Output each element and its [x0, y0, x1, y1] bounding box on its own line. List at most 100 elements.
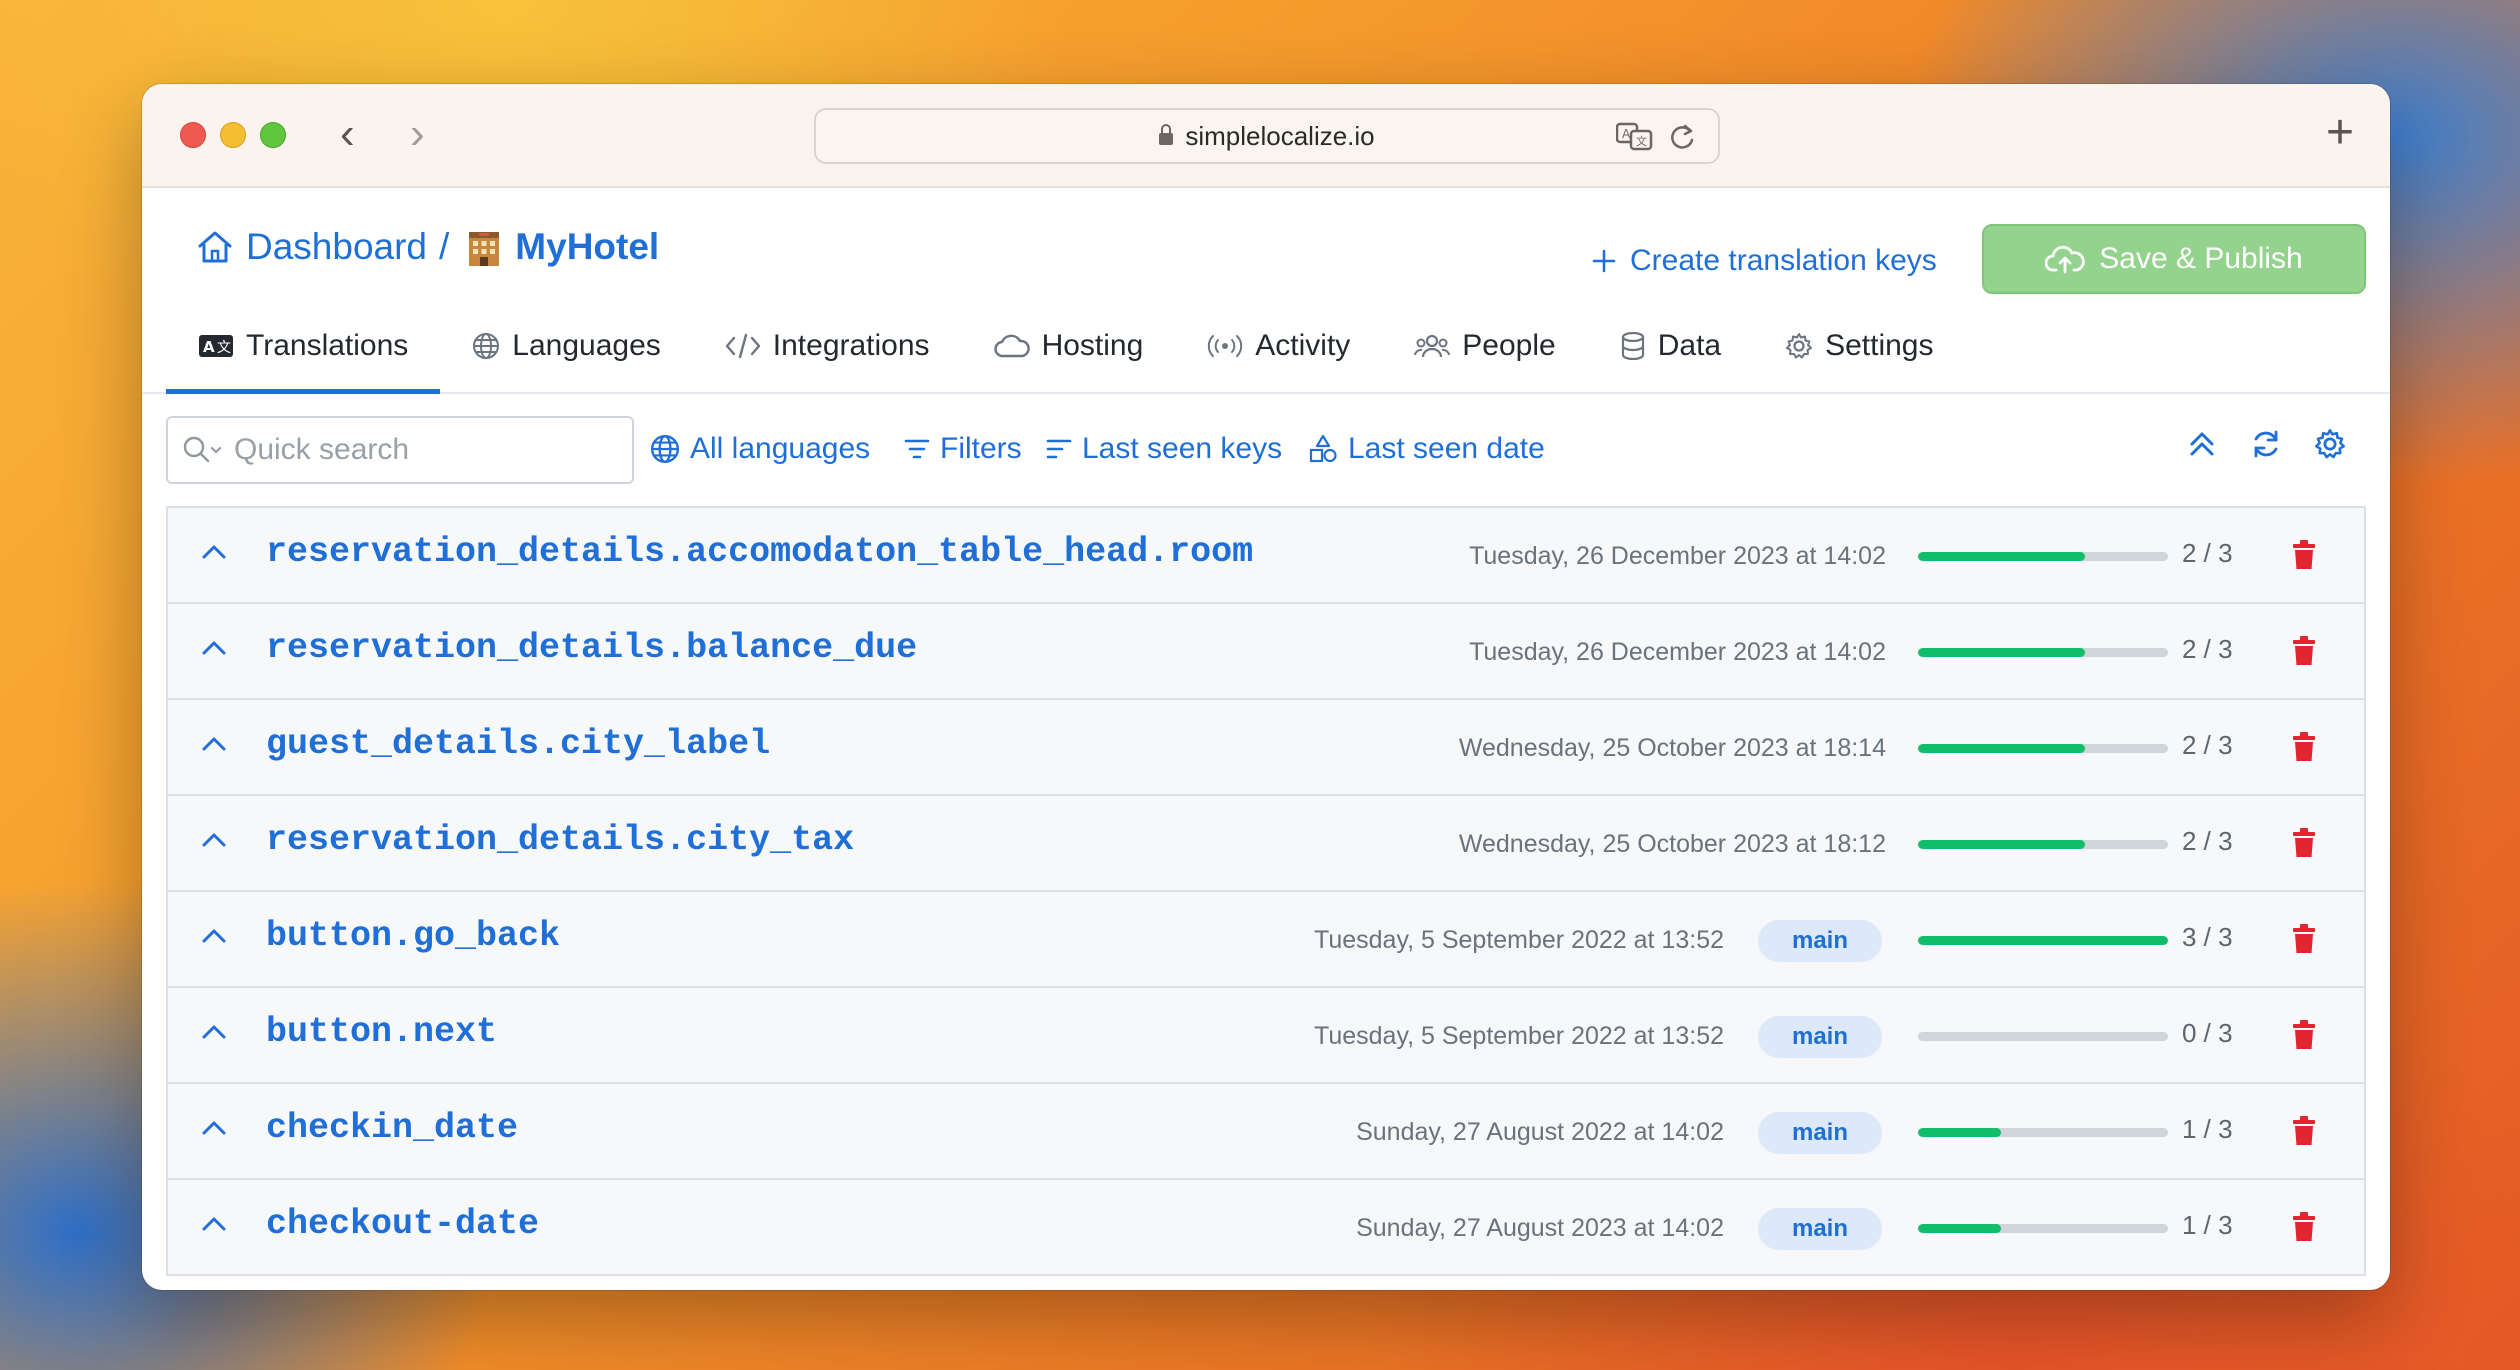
translation-key-list: reservation_details.accomodaton_table_he… — [166, 506, 2366, 1276]
maximize-window-button[interactable] — [260, 122, 286, 148]
chevron-up-icon[interactable] — [200, 634, 228, 662]
gear-icon — [1786, 333, 1813, 359]
tab-label: Data — [1657, 329, 1722, 362]
collapse-all-icon[interactable] — [2186, 428, 2218, 460]
last-seen-date: Tuesday, 26 December 2023 at 14:02 — [1469, 542, 1886, 570]
minimize-window-button[interactable] — [220, 122, 246, 148]
chevron-up-icon[interactable] — [200, 826, 228, 854]
forward-arrow-icon[interactable]: › — [410, 112, 425, 156]
chevron-up-icon[interactable] — [200, 1018, 228, 1046]
breadcrumb-dashboard-link[interactable]: Dashboard — [246, 226, 427, 268]
lock-icon — [1159, 124, 1174, 145]
save-publish-button[interactable]: Save & Publish — [1982, 224, 2366, 294]
progress-count: 0 / 3 — [2182, 1018, 2233, 1048]
all-languages-button[interactable]: All languages — [650, 432, 870, 466]
namespace-badge: main — [1758, 920, 1882, 962]
translation-key[interactable]: reservation_details.balance_due — [266, 628, 917, 668]
tab-integrations[interactable]: Integrations — [693, 300, 962, 392]
people-icon — [1414, 334, 1451, 358]
table-row[interactable]: checkout-date Sunday, 27 August 2023 at 1… — [168, 1178, 2364, 1274]
tab-bar: A文 Translations Languages Integrations H… — [166, 300, 1966, 394]
trash-icon[interactable] — [2292, 1116, 2316, 1146]
back-arrow-icon[interactable]: ‹ — [340, 112, 355, 156]
last-seen-date: Sunday, 27 August 2022 at 14:02 — [1356, 1118, 1724, 1146]
quick-search[interactable] — [166, 416, 634, 484]
shapes-icon — [1309, 434, 1337, 463]
trash-icon[interactable] — [2292, 828, 2316, 858]
database-icon — [1621, 332, 1644, 360]
table-row[interactable]: reservation_details.accomodaton_table_he… — [168, 506, 2364, 602]
chevron-up-icon[interactable] — [200, 1210, 228, 1238]
progress-bar — [1918, 840, 2168, 849]
filters-button[interactable]: Filters — [904, 432, 1022, 466]
translation-key[interactable]: button.go_back — [266, 916, 560, 956]
progress-bar-fill — [1918, 552, 2085, 561]
translation-key[interactable]: checkin_date — [266, 1108, 518, 1148]
tab-settings[interactable]: Settings — [1753, 300, 1965, 392]
translation-key[interactable]: button.next — [266, 1012, 497, 1052]
table-row[interactable]: reservation_details.city_tax Wednesday, 2… — [168, 794, 2364, 890]
trash-icon[interactable] — [2292, 1212, 2316, 1242]
table-row[interactable]: reservation_details.balance_due Tuesday, … — [168, 602, 2364, 698]
create-keys-label: Create translation keys — [1630, 244, 1937, 277]
trash-icon[interactable] — [2292, 540, 2316, 570]
gear-icon[interactable] — [2314, 428, 2346, 460]
progress-bar — [1918, 552, 2168, 561]
new-tab-icon[interactable]: + — [2326, 108, 2354, 158]
progress-bar — [1918, 648, 2168, 657]
last-seen-date-button[interactable]: Last seen date — [1308, 432, 1545, 466]
chevron-up-icon[interactable] — [200, 922, 228, 950]
tab-languages[interactable]: Languages — [440, 300, 692, 392]
svg-text:A: A — [1622, 127, 1631, 141]
tab-label: Translations — [246, 329, 409, 362]
progress-bar-fill — [1918, 1128, 2002, 1137]
close-window-button[interactable] — [180, 122, 206, 148]
progress-count: 2 / 3 — [2182, 826, 2233, 856]
translation-key[interactable]: reservation_details.accomodaton_table_he… — [266, 532, 1253, 572]
translation-key[interactable]: checkout-date — [266, 1204, 539, 1244]
translation-key[interactable]: guest_details.city_label — [266, 724, 770, 764]
progress-bar — [1918, 1224, 2168, 1233]
last-seen-date: Tuesday, 5 September 2022 at 13:52 — [1314, 1022, 1724, 1050]
trash-icon[interactable] — [2292, 1020, 2316, 1050]
translate-page-icon[interactable]: A文 — [1616, 122, 1654, 152]
trash-icon[interactable] — [2292, 924, 2316, 954]
browser-window: ‹ › simplelocalize.io A文 + Dashboard / M… — [142, 84, 2390, 1290]
progress-count: 1 / 3 — [2182, 1210, 2233, 1240]
reload-icon[interactable] — [1668, 122, 1696, 152]
toolbar: All languages Filters Last seen keys Las… — [142, 394, 2390, 506]
tab-translations[interactable]: A文 Translations — [166, 300, 441, 394]
progress-bar — [1918, 744, 2168, 753]
breadcrumb-separator: / — [439, 226, 450, 267]
trash-icon[interactable] — [2292, 732, 2316, 762]
last-seen-keys-button[interactable]: Last seen keys — [1046, 432, 1282, 466]
search-input[interactable] — [234, 433, 594, 467]
namespace-badge: main — [1758, 1112, 1882, 1154]
table-row[interactable]: button.next Tuesday, 5 September 2022 at … — [168, 986, 2364, 1082]
tab-people[interactable]: People — [1382, 300, 1587, 392]
tab-activity[interactable]: Activity — [1175, 300, 1382, 392]
table-row[interactable]: checkin_date Sunday, 27 August 2022 at 14… — [168, 1082, 2364, 1178]
save-publish-label: Save & Publish — [2099, 242, 2303, 275]
table-row[interactable]: button.go_back Tuesday, 5 September 2022 … — [168, 890, 2364, 986]
refresh-icon[interactable] — [2250, 428, 2282, 460]
chevron-up-icon[interactable] — [200, 730, 228, 758]
tab-hosting[interactable]: Hosting — [962, 300, 1176, 392]
tab-label: People — [1462, 329, 1556, 362]
globe-icon — [473, 333, 500, 359]
translation-key[interactable]: reservation_details.city_tax — [266, 820, 854, 860]
last-seen-date: Sunday, 27 August 2023 at 14:02 — [1356, 1214, 1724, 1242]
progress-bar — [1918, 936, 2168, 945]
browser-titlebar: ‹ › simplelocalize.io A文 + — [142, 84, 2390, 188]
address-bar[interactable]: simplelocalize.io A文 — [814, 108, 1720, 164]
project-name[interactable]: MyHotel — [515, 226, 659, 268]
tab-data[interactable]: Data — [1588, 300, 1753, 392]
chevron-up-icon[interactable] — [200, 538, 228, 566]
tab-label: Settings — [1825, 329, 1934, 362]
create-translation-keys-button[interactable]: Create translation keys — [1592, 244, 1937, 278]
home-icon[interactable] — [196, 229, 234, 265]
namespace-badge: main — [1758, 1016, 1882, 1058]
table-row[interactable]: guest_details.city_label Wednesday, 25 Oc… — [168, 698, 2364, 794]
trash-icon[interactable] — [2292, 636, 2316, 666]
chevron-up-icon[interactable] — [200, 1114, 228, 1142]
